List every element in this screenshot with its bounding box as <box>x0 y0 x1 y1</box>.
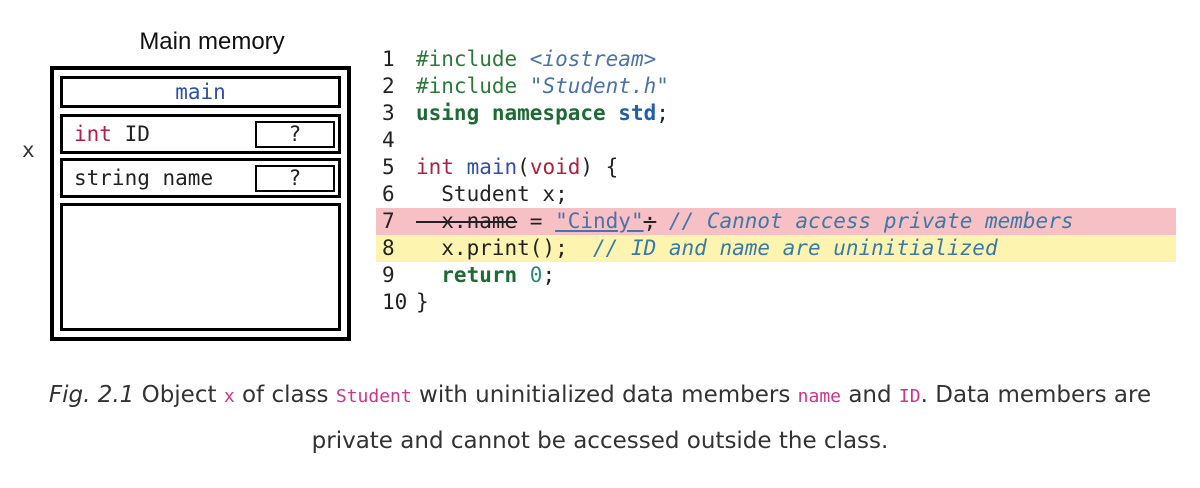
field-row-id: int ID ? <box>60 114 341 154</box>
code-line: 5 int main(void) { <box>376 154 1176 181</box>
field-label: int ID <box>74 122 150 146</box>
code-token: "Cindy" <box>555 209 644 233</box>
code-token: = <box>517 209 556 233</box>
memory-title: Main memory <box>139 28 285 55</box>
line-number: 4 <box>382 128 395 152</box>
line-number: 6 <box>382 182 395 206</box>
code-token: ) { <box>580 155 619 179</box>
caption-code: ID <box>898 386 921 407</box>
code-token: 0 <box>529 263 543 287</box>
code-token: x.print(); <box>416 236 594 260</box>
code-line: 3 using namespace std; <box>376 100 1176 127</box>
field-type: string <box>74 166 150 190</box>
code-token: return <box>416 263 530 287</box>
code-token: ; <box>656 101 669 125</box>
code-token: void <box>529 155 581 179</box>
code-token: int <box>416 155 467 179</box>
caption-code: Student <box>335 386 412 407</box>
figure-caption: Fig. 2.1 Object x of class Student with … <box>20 373 1180 463</box>
memory-box: main int ID ? string name ? <box>50 66 351 341</box>
line-number: 3 <box>382 101 395 125</box>
caption-code: name <box>797 386 842 407</box>
code-listing: 1 #include <iostream> 2 #include "Student.h… <box>376 46 1176 316</box>
code-line: 2 #include "Student.h" <box>376 73 1176 100</box>
field-type: int <box>74 122 112 146</box>
code-line: 4 <box>376 127 1176 154</box>
code-token: <iostream> <box>529 47 657 71</box>
code-token: using namespace <box>416 101 619 125</box>
field-value: ? <box>255 165 335 192</box>
field-name: ID <box>124 122 150 146</box>
field-row-name: string name ? <box>60 158 341 198</box>
caption-text: of class <box>234 382 336 408</box>
line-number: 9 <box>382 263 395 287</box>
stack-frame-title: main <box>60 76 341 108</box>
line-number: 10 <box>382 290 408 314</box>
code-token: } <box>416 290 429 314</box>
line-number: 5 <box>382 155 395 179</box>
field-name: name <box>162 166 214 190</box>
code-token: std <box>618 101 657 125</box>
caption-text: with uninitialized data members <box>411 382 798 408</box>
code-line: 8 x.print(); // ID and name are uninitia… <box>376 235 1176 262</box>
code-line: 6 Student x; <box>376 181 1176 208</box>
empty-memory-region <box>60 203 341 331</box>
code-token: // Cannot access private members <box>656 209 1074 233</box>
line-number: 7 <box>382 209 395 233</box>
code-token: "Student.h" <box>529 74 669 98</box>
code-token: #include <box>416 74 530 98</box>
line-number: 8 <box>382 236 395 260</box>
field-label: string name <box>74 166 213 190</box>
variable-label: x <box>22 138 35 162</box>
code-token: ; <box>643 209 657 233</box>
code-line: 1 #include <iostream> <box>376 46 1176 73</box>
caption-text: Object <box>134 382 224 408</box>
figure-number: Fig. 2.1 <box>48 382 135 408</box>
code-token: ( <box>517 155 530 179</box>
code-token: ; <box>542 263 556 287</box>
line-number: 1 <box>382 47 395 71</box>
code-line: 7 x.name = "Cindy"; // Cannot access pri… <box>376 208 1176 235</box>
line-number: 2 <box>382 74 395 98</box>
field-value: ? <box>255 121 335 148</box>
code-line: 10} <box>376 289 1176 316</box>
caption-code: x <box>223 386 235 407</box>
code-line: 9 return 0; <box>376 262 1176 289</box>
code-token: Student x; <box>416 182 568 206</box>
code-token: main <box>466 155 518 179</box>
code-token: x.name <box>416 209 518 233</box>
code-token: // ID and name are uninitialized <box>593 236 998 260</box>
caption-text: and <box>841 382 899 408</box>
code-token: #include <box>416 47 530 71</box>
